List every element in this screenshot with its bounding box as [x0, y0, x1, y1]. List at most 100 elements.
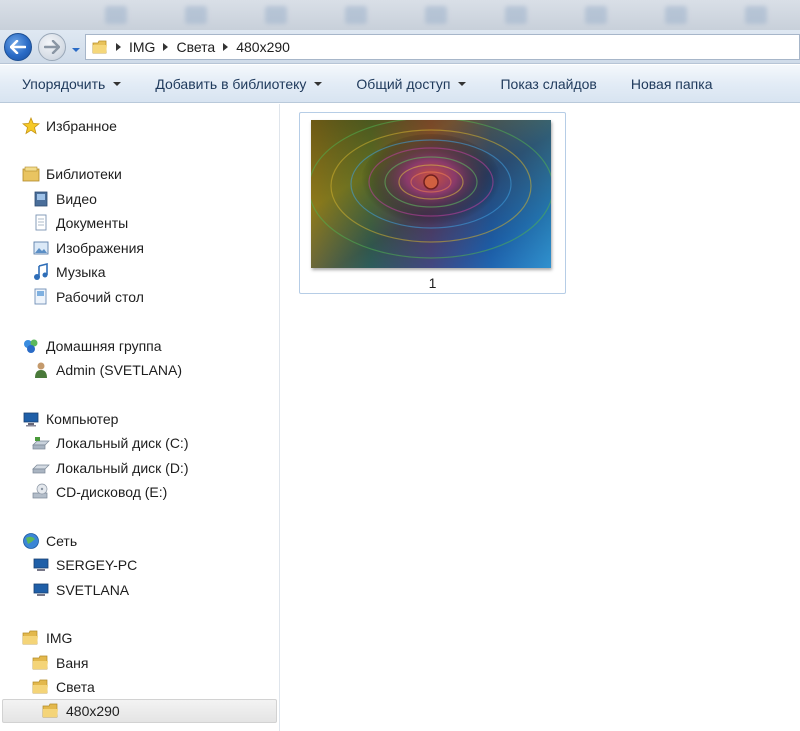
sidebar-item-label: Компьютер — [46, 411, 119, 427]
folder-icon — [92, 40, 107, 54]
navigation-bar: IMG Света 480x290 — [0, 30, 800, 64]
forward-button[interactable] — [38, 33, 66, 61]
file-list: 1 — [281, 104, 800, 731]
sidebar-item-label: Ваня — [56, 655, 89, 671]
blurred-icon — [345, 6, 367, 24]
command-bar: Упорядочить Добавить в библиотеку Общий … — [0, 65, 800, 103]
sidebar-item-music[interactable]: Музыка — [32, 261, 106, 283]
desktop-icon — [32, 288, 50, 306]
sidebar-item-libraries[interactable]: Библиотеки — [22, 163, 122, 185]
sidebar-item-label: Домашняя группа — [46, 338, 162, 354]
sidebar-item-sveta[interactable]: Света — [32, 676, 95, 698]
sidebar-item-label: Локальный диск (D:) — [56, 460, 189, 476]
sidebar-item-label: Сеть — [46, 533, 78, 549]
new-folder-button[interactable]: Новая папка — [619, 69, 725, 99]
add-to-library-button[interactable]: Добавить в библиотеку — [143, 69, 334, 99]
share-label: Общий доступ — [356, 75, 451, 92]
arrow-right-icon — [44, 40, 60, 54]
breadcrumb-separator[interactable] — [116, 43, 121, 51]
sidebar-item-documents[interactable]: Документы — [32, 212, 128, 234]
sidebar-item-label: Изображения — [56, 240, 144, 256]
sidebar-item-label: IMG — [46, 630, 73, 646]
file-item[interactable]: 1 — [299, 112, 566, 294]
music-library-icon — [32, 263, 50, 281]
homegroup-icon — [22, 337, 40, 355]
sidebar-item-label: SERGEY-PC — [56, 557, 138, 573]
sidebar-item-drive-d[interactable]: Локальный диск (D:) — [32, 457, 189, 479]
computer-icon — [22, 410, 40, 428]
sidebar-item-homegroup[interactable]: Домашняя группа — [22, 335, 162, 357]
file-name: 1 — [428, 275, 437, 291]
folder-icon — [32, 678, 50, 696]
sidebar-item-480x290[interactable]: 480x290 — [2, 699, 277, 723]
sidebar-item-drive-c[interactable]: Локальный диск (C:) — [32, 432, 189, 454]
network-computer-icon — [32, 581, 50, 599]
add-to-library-label: Добавить в библиотеку — [155, 75, 307, 92]
network-computer-icon — [32, 556, 50, 574]
sidebar-item-label: Admin (SVETLANA) — [56, 362, 183, 378]
share-button[interactable]: Общий доступ — [344, 69, 478, 99]
documents-library-icon — [32, 214, 50, 232]
image-thumbnail — [311, 120, 551, 268]
sidebar-item-pictures[interactable]: Изображения — [32, 237, 144, 259]
address-folder-icon — [92, 39, 108, 55]
libraries-icon — [22, 165, 40, 183]
blurred-icon — [665, 6, 687, 24]
breadcrumb-separator[interactable] — [223, 43, 229, 51]
blurred-icon — [425, 6, 447, 24]
blurred-icon — [585, 6, 607, 24]
chevron-down-icon — [72, 48, 80, 52]
slideshow-label: Показ слайдов — [500, 75, 597, 92]
sidebar-item-video[interactable]: Видео — [32, 188, 97, 210]
pictures-library-icon — [32, 239, 50, 257]
sidebar-item-vanya[interactable]: Ваня — [32, 652, 88, 674]
sidebar-item-label: Музыка — [56, 264, 106, 280]
sidebar-item-drive-e[interactable]: CD-дисковод (E:) — [32, 481, 167, 503]
sidebar-item-admin-svetlana[interactable]: Admin (SVETLANA) — [32, 359, 182, 381]
blurred-icon — [505, 6, 527, 24]
blurred-icon — [745, 6, 767, 24]
navigation-pane: Избранное Библиотеки Видео Документы Изо… — [0, 104, 280, 731]
sidebar-item-label: Документы — [56, 215, 129, 231]
sidebar-item-label: Избранное — [46, 118, 117, 134]
sidebar-item-img[interactable]: IMG — [22, 627, 72, 649]
sidebar-item-favorites[interactable]: Избранное — [22, 115, 117, 137]
sidebar-item-label: Библиотеки — [46, 166, 122, 182]
network-icon — [22, 532, 40, 550]
sidebar-item-desktop[interactable]: Рабочий стол — [32, 286, 144, 308]
sidebar-item-label: Света — [56, 679, 95, 695]
blurred-icon — [105, 6, 127, 24]
recent-pages-button[interactable] — [70, 42, 82, 52]
organize-label: Упорядочить — [22, 75, 106, 92]
video-library-icon — [32, 190, 50, 208]
sidebar-item-svetlana[interactable]: SVETLANA — [32, 579, 129, 601]
sidebar-item-label: CD-дисковод (E:) — [56, 484, 168, 500]
chevron-down-icon — [314, 81, 323, 86]
user-icon — [32, 361, 50, 379]
drive-icon — [32, 459, 50, 477]
blurred-icon — [185, 6, 207, 24]
chevron-down-icon — [458, 81, 467, 86]
star-icon — [22, 117, 40, 135]
new-folder-label: Новая папка — [630, 75, 713, 92]
slideshow-button[interactable]: Показ слайдов — [488, 69, 608, 99]
breadcrumb-480x290[interactable]: 480x290 — [236, 39, 290, 55]
blurred-icon — [265, 6, 287, 24]
sidebar-item-label: 480x290 — [66, 703, 120, 719]
sidebar-item-computer[interactable]: Компьютер — [22, 408, 118, 430]
breadcrumb-separator[interactable] — [163, 43, 169, 51]
breadcrumb-sveta[interactable]: Света — [176, 39, 215, 55]
sidebar-item-label: Локальный диск (C:) — [56, 435, 189, 451]
sidebar-item-label: Видео — [56, 191, 97, 207]
breadcrumb-img[interactable]: IMG — [129, 39, 155, 55]
system-drive-icon — [32, 434, 50, 452]
folder-icon — [32, 654, 50, 672]
organize-button[interactable]: Упорядочить — [10, 69, 133, 99]
chevron-down-icon — [113, 81, 122, 86]
sidebar-item-sergey-pc[interactable]: SERGEY-PC — [32, 554, 137, 576]
back-button[interactable] — [4, 33, 32, 61]
address-bar[interactable]: IMG Света 480x290 — [85, 34, 800, 60]
sidebar-item-label: SVETLANA — [56, 582, 130, 598]
sidebar-item-network[interactable]: Сеть — [22, 530, 77, 552]
folder-icon — [42, 702, 60, 720]
